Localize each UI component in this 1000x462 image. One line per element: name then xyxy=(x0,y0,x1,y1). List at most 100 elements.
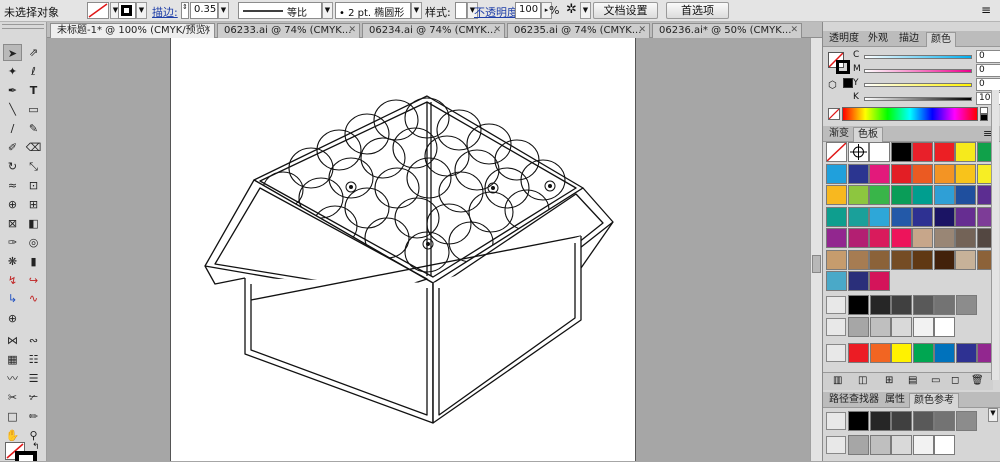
color-swatch[interactable] xyxy=(933,163,955,184)
color-swatch[interactable] xyxy=(891,317,912,337)
color-spectrum-bar[interactable] xyxy=(842,107,978,121)
artboard-tool-icon[interactable]: ⊕ xyxy=(3,310,22,327)
color-swatch[interactable] xyxy=(869,295,891,315)
color-swatch[interactable] xyxy=(890,142,912,162)
color-group-folder-icon[interactable] xyxy=(826,344,846,362)
list-tool-icon[interactable]: ☰ xyxy=(24,370,43,387)
data-tool-icon[interactable]: ☷ xyxy=(24,351,43,368)
profile-dropdown[interactable]: ▼ xyxy=(322,2,333,19)
wave-tool-icon[interactable]: 〰 xyxy=(3,370,22,387)
color-swatch[interactable] xyxy=(912,343,934,363)
color-swatch[interactable] xyxy=(934,435,955,455)
paintbrush-tool-icon[interactable]: ∕ xyxy=(3,120,22,137)
preferences-button[interactable]: 首选项 xyxy=(666,2,729,19)
color-swatch[interactable] xyxy=(934,411,955,431)
pen-tool-icon[interactable]: ✒ xyxy=(3,82,22,99)
scrollbar-thumb[interactable] xyxy=(812,255,821,273)
color-swatch[interactable] xyxy=(847,271,869,291)
stroke-label[interactable]: 描边: xyxy=(152,4,178,20)
color-swatch[interactable] xyxy=(826,228,847,248)
color-swatch[interactable] xyxy=(826,163,847,184)
stroke-swatch[interactable] xyxy=(118,2,136,19)
free-transform-tool-icon[interactable]: ⊡ xyxy=(24,177,43,194)
fill-swatch[interactable] xyxy=(87,2,109,19)
close-icon[interactable]: ✕ xyxy=(348,24,356,37)
color-swatch[interactable] xyxy=(955,142,976,162)
spectrum-none-swatch[interactable] xyxy=(828,108,840,120)
color-group-folder-icon[interactable] xyxy=(826,296,846,314)
color-swatch[interactable] xyxy=(869,163,890,184)
brush-dropdown[interactable]: ▼ xyxy=(411,2,422,19)
color-swatch[interactable] xyxy=(890,228,912,248)
document-setup-button[interactable]: 文档设置 xyxy=(593,2,658,19)
tab-gradient[interactable]: 渐变 xyxy=(825,127,853,142)
color-swatch[interactable] xyxy=(891,411,912,431)
action-red-curve-icon[interactable]: ↪ xyxy=(24,272,43,289)
stroke-weight-input[interactable]: 0.353 xyxy=(190,2,218,19)
blend-tool-icon[interactable]: ◎ xyxy=(24,234,43,251)
color-swatch[interactable] xyxy=(890,249,912,270)
color-swatch[interactable] xyxy=(955,206,976,227)
color-swatch[interactable] xyxy=(955,185,976,205)
scissors-tool-icon[interactable]: ✃ xyxy=(24,389,43,406)
folder-icon[interactable]: ▭ xyxy=(931,375,940,386)
color-swatch[interactable] xyxy=(933,228,955,248)
color-swatch[interactable] xyxy=(847,142,869,162)
color-swatch[interactable] xyxy=(955,249,976,270)
color-swatch[interactable] xyxy=(826,206,847,227)
color-swatch[interactable] xyxy=(848,343,869,363)
direct-selection-tool-icon[interactable]: ⇗ xyxy=(24,44,43,61)
action-wave-icon[interactable]: ∿ xyxy=(24,290,43,307)
color-swatch[interactable] xyxy=(955,411,977,431)
selection-tool-icon[interactable]: ➤ xyxy=(3,44,22,61)
last-color-swatch[interactable] xyxy=(843,78,853,88)
color-swatch[interactable] xyxy=(912,435,934,455)
slice-tool-icon[interactable]: ⋈ xyxy=(3,332,22,349)
color-swatch[interactable] xyxy=(847,185,869,205)
graph-tool-icon[interactable]: ▦ xyxy=(3,351,22,368)
color-swatch[interactable] xyxy=(955,163,976,184)
lasso-tool-icon[interactable]: ℓ xyxy=(24,63,43,80)
yellow-slider[interactable] xyxy=(864,83,972,87)
new-color-group-icon[interactable]: ▤ xyxy=(908,375,917,386)
color-swatch[interactable] xyxy=(912,185,933,205)
recolor-icon[interactable]: ✲ xyxy=(566,2,577,17)
color-swatch[interactable] xyxy=(912,249,933,270)
tab-appearance[interactable]: 外观 xyxy=(864,32,892,47)
tab-untitled-1[interactable]: 未标题-1* @ 100% (CMYK/预览) ✕ xyxy=(50,23,215,38)
stroke-stepper[interactable]: ⇕ xyxy=(181,2,189,19)
magenta-input[interactable]: 0 xyxy=(976,64,1000,77)
symbol-sprayer-tool-icon[interactable]: ❋ xyxy=(3,253,22,270)
tools-grip[interactable] xyxy=(2,24,44,29)
close-icon[interactable]: ✕ xyxy=(493,24,501,37)
magenta-slider[interactable] xyxy=(864,69,972,73)
scale-tool-icon[interactable]: ⤡ xyxy=(24,158,43,175)
color-swatch[interactable] xyxy=(933,142,955,162)
action-red-icon[interactable]: ↯ xyxy=(3,272,22,289)
color-group-folder-icon[interactable] xyxy=(826,436,846,454)
stroke-indicator[interactable] xyxy=(15,451,37,461)
color-swatch[interactable] xyxy=(847,228,869,248)
stroke-dropdown[interactable]: ▼ xyxy=(136,2,147,19)
swatch-options-icon[interactable]: ⊞ xyxy=(885,375,893,386)
color-swatch[interactable] xyxy=(847,206,869,227)
panel-menu-icon[interactable]: ≡ xyxy=(981,3,991,17)
color-swatch[interactable] xyxy=(848,317,869,337)
color-swatch[interactable] xyxy=(891,435,912,455)
tab-06235[interactable]: 06235.ai @ 74% (CMYK... ✕ xyxy=(507,23,650,38)
blob-brush-tool-icon[interactable]: ✐ xyxy=(3,139,22,156)
close-icon[interactable]: ✕ xyxy=(203,24,211,37)
color-swatch[interactable] xyxy=(891,295,912,315)
color-swatch[interactable] xyxy=(912,163,933,184)
color-swatch[interactable] xyxy=(912,295,934,315)
cyan-slider[interactable] xyxy=(864,55,972,59)
stroke-black-swatch[interactable] xyxy=(836,60,850,74)
color-swatch[interactable] xyxy=(912,142,933,162)
new-swatch-icon[interactable]: ◻ xyxy=(951,375,959,386)
color-guide-dropdown[interactable]: ▼ xyxy=(988,408,998,422)
color-swatch[interactable] xyxy=(826,185,847,205)
tab-color[interactable]: 颜色 xyxy=(926,32,956,47)
black-swatch[interactable] xyxy=(980,114,988,121)
tab-06236[interactable]: 06236.ai* @ 50% (CMYK... ✕ xyxy=(652,23,802,38)
column-graph-tool-icon[interactable]: ▮ xyxy=(24,253,43,270)
